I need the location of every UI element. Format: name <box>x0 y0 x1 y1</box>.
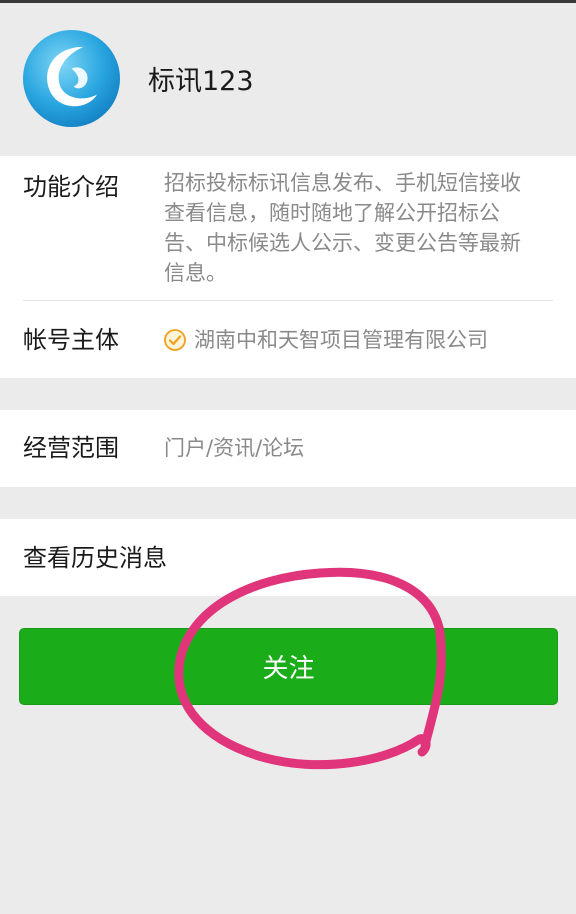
scope-label: 经营范围 <box>23 434 119 462</box>
business-scope-card: 经营范围 门户/资讯/论坛 <box>0 410 576 487</box>
intro-text: 招标投标标讯信息发布、手机短信接收查看信息，随时随地了解公开招标公告、中标候选人… <box>164 171 521 285</box>
history-messages-row[interactable]: 查看历史消息 <box>0 519 576 596</box>
account-avatar-icon[interactable] <box>22 29 121 128</box>
account-details-card: 功能介绍 招标投标标讯信息发布、手机短信接收查看信息，随时随地了解公开招标公告、… <box>0 156 576 378</box>
intro-label: 功能介绍 <box>23 173 119 201</box>
subject-value[interactable]: 湖南中和天智项目管理有限公司 <box>194 325 488 355</box>
follow-button[interactable]: 关注 <box>19 628 558 705</box>
account-name: 标讯123 <box>148 66 254 97</box>
history-label: 查看历史消息 <box>23 544 167 572</box>
subject-label: 帐号主体 <box>23 326 119 354</box>
account-header: 标讯123 <box>0 3 576 156</box>
verified-check-icon <box>164 329 186 351</box>
scope-value: 门户/资讯/论坛 <box>164 436 305 460</box>
divider <box>23 300 553 301</box>
subject-row: 湖南中和天智项目管理有限公司 <box>164 323 488 357</box>
